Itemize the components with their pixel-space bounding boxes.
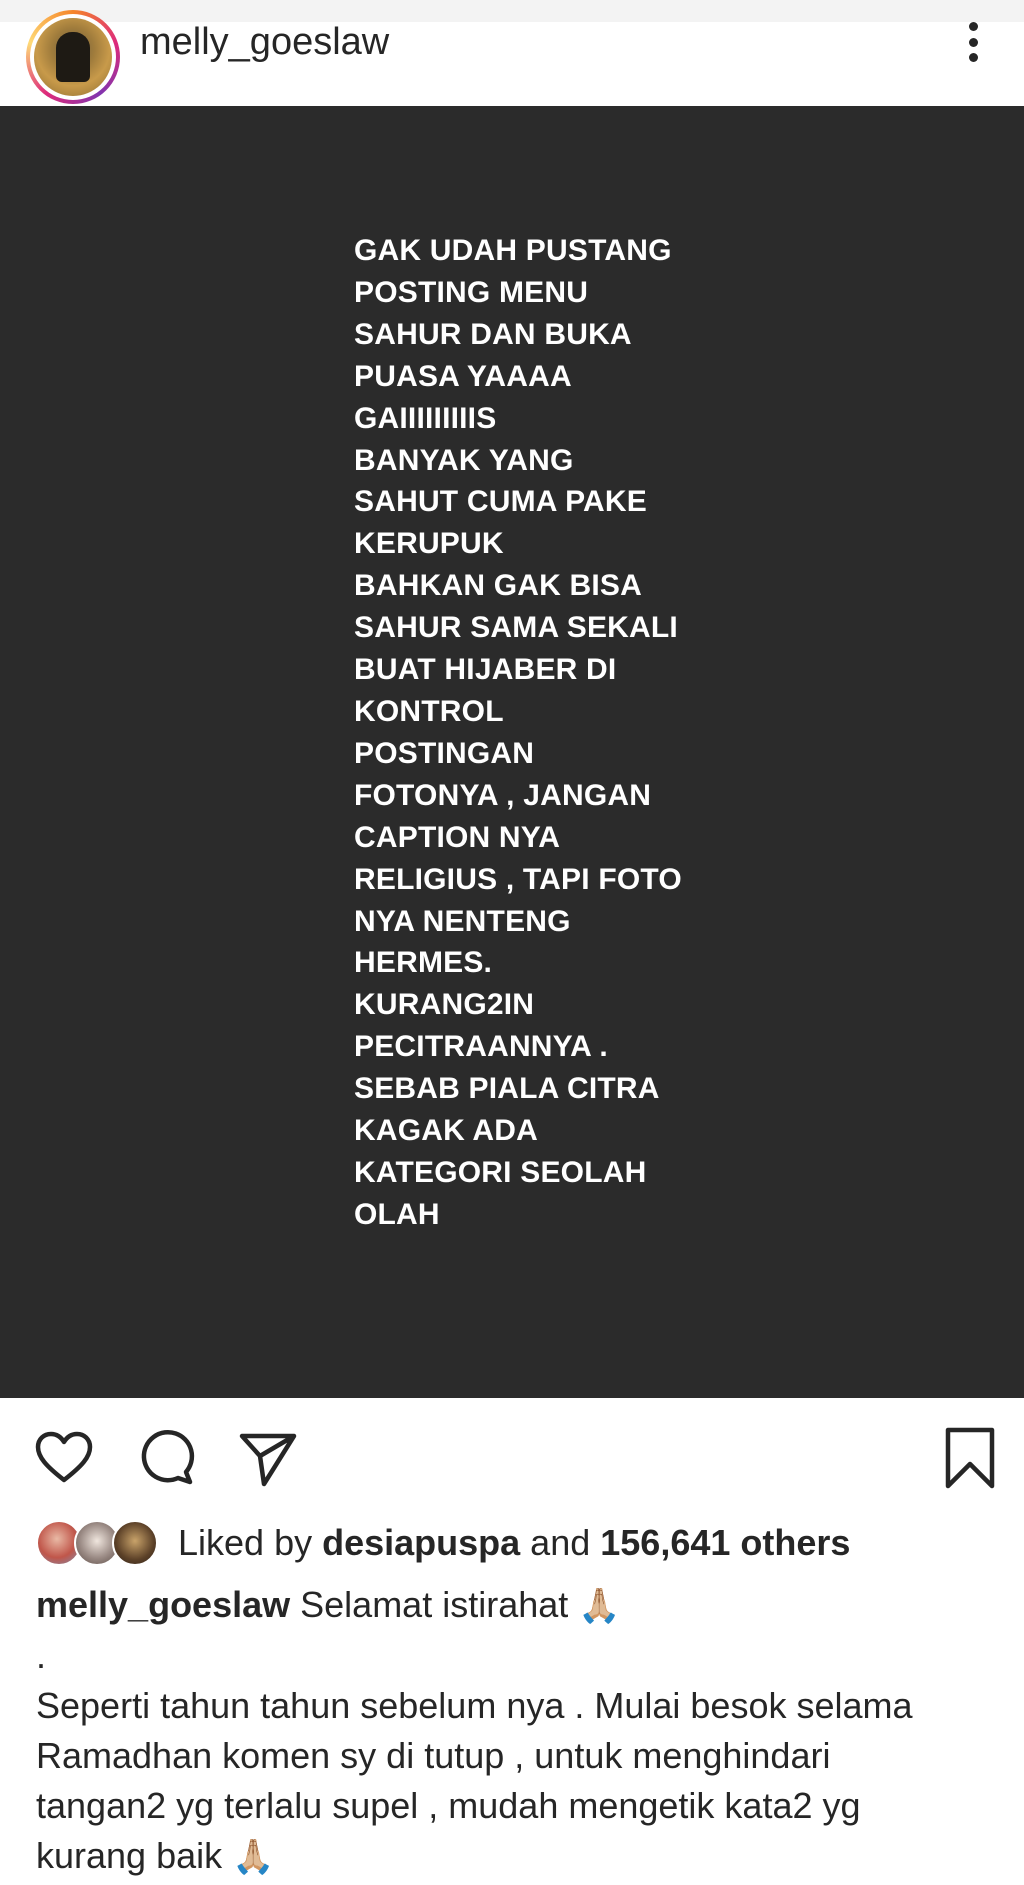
- post-text-line: SAHUR SAMA SEKALI: [354, 611, 678, 645]
- post-text-line: KONTROL: [354, 694, 504, 728]
- caption-last-line: kurang baik 🙏🏼: [36, 1831, 996, 1882]
- post-text-line: KATEGORI SEOLAH: [354, 1155, 647, 1189]
- avatar-border: [30, 14, 116, 100]
- post-image[interactable]: GAK UDAH PUSTANG POSTING MENU SAHUR DAN BU…: [0, 106, 1024, 1398]
- post-text-line: CAPTION NYA: [354, 820, 561, 854]
- post-text-line: KERUPUK: [354, 527, 504, 561]
- post-image-text: GAK UDAH PUSTANG POSTING MENU SAHUR DAN BU…: [354, 230, 754, 1236]
- post-text-line: KAGAK ADA: [354, 1114, 539, 1148]
- bookmark-icon[interactable]: [938, 1426, 1002, 1490]
- post-text-line: FOTONYA , JANGAN: [354, 778, 652, 812]
- caption-line: Seperti tahun tahun sebelum nya . Mulai …: [36, 1685, 913, 1726]
- caption-first-line: melly_goeslaw Selamat istirahat 🙏🏼: [36, 1580, 996, 1631]
- dot: [968, 53, 978, 62]
- post-text-line: OLAH: [354, 1197, 440, 1231]
- likes-and: and: [520, 1522, 601, 1563]
- post-text-line: GAIIIIIIIIIS: [354, 401, 497, 435]
- liker-avatars: [36, 1520, 160, 1566]
- caption-line: Ramadhan komen sy di tutup , untuk mengh…: [36, 1735, 831, 1776]
- post-text-line: RELIGIUS , TAPI FOTO: [354, 862, 682, 896]
- post-text-line: SAHUR DAN BUKA: [354, 317, 632, 351]
- more-vertical-icon[interactable]: [958, 22, 988, 68]
- likes-text: Liked by desiapuspa and 156,641 others: [178, 1520, 850, 1566]
- caption-text: kurang baik: [36, 1835, 233, 1876]
- send-icon[interactable]: [236, 1426, 300, 1490]
- post-text-line: PECITRAANNYA .: [354, 1030, 608, 1064]
- pray-emoji: 🙏🏼: [232, 1838, 275, 1876]
- caption-username[interactable]: melly_goeslaw: [36, 1584, 290, 1625]
- post-text-line: BAHKAN GAK BISA: [354, 569, 642, 603]
- caption-line: tangan2 yg terlalu supel , mudah mengeti…: [36, 1785, 861, 1826]
- post-text-line: GAK UDAH PUSTANG: [354, 234, 672, 267]
- post-text-line: BUAT HIJABER DI: [354, 653, 617, 687]
- dot: [968, 37, 978, 47]
- likes-prefix: Liked by: [178, 1522, 323, 1563]
- avatar-image: [34, 18, 112, 96]
- profile-avatar[interactable]: [26, 10, 120, 104]
- post-text-line: SEBAB PIALA CITRA: [354, 1072, 660, 1106]
- caption-dot: .: [36, 1635, 47, 1676]
- caption-text: Selamat istirahat: [290, 1584, 579, 1625]
- action-bar: [0, 1398, 1024, 1508]
- post-header: melly_goeslaw: [0, 10, 1024, 106]
- caption: melly_goeslaw Selamat istirahat 🙏🏼 . Sep…: [36, 1580, 996, 1882]
- pray-emoji: 🙏🏼: [578, 1587, 621, 1625]
- post-username[interactable]: melly_goeslaw: [140, 22, 389, 62]
- post-text-line: HERMES.: [354, 946, 493, 980]
- post-text-line: BANYAK YANG: [354, 443, 574, 477]
- liker-username[interactable]: desiapuspa: [322, 1522, 520, 1563]
- post-text-line: POSTING MENU: [354, 275, 589, 309]
- heart-icon[interactable]: [32, 1426, 96, 1490]
- likes-count[interactable]: 156,641 others: [600, 1522, 850, 1563]
- likes-row[interactable]: Liked by desiapuspa and 156,641 others: [36, 1520, 996, 1568]
- liker-avatar: [112, 1520, 158, 1566]
- comment-icon[interactable]: [134, 1426, 198, 1490]
- post-text-line: PUASA YAAAA: [354, 359, 572, 393]
- post-text-line: SAHUT CUMA PAKE: [354, 485, 647, 519]
- avatar-figure: [56, 32, 90, 82]
- post-text-line: KURANG2IN: [354, 988, 535, 1022]
- post-text-line: POSTINGAN: [354, 736, 535, 770]
- dot: [968, 22, 978, 31]
- post-text-line: NYA NENTENG: [354, 904, 571, 938]
- status-bar: [0, 0, 1024, 22]
